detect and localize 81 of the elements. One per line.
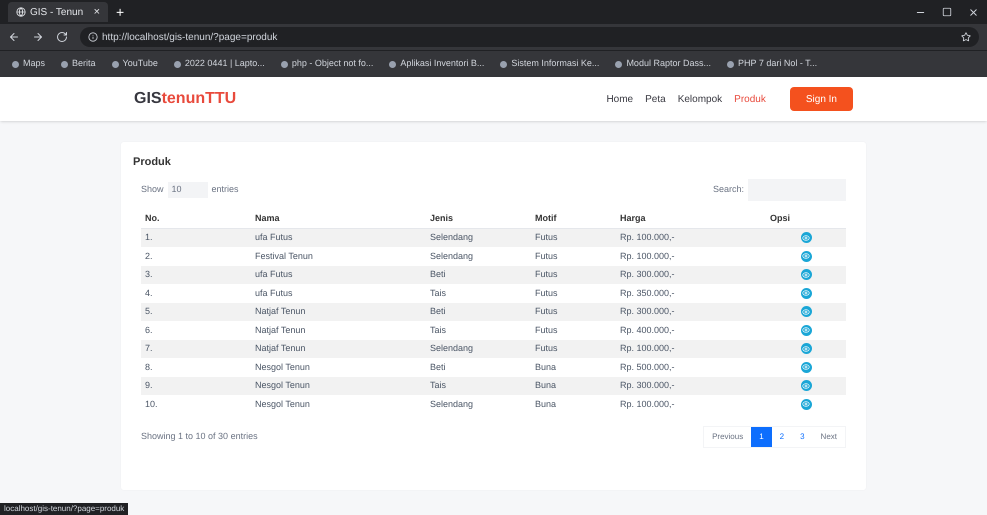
nav-link[interactable]: Peta bbox=[645, 92, 666, 106]
table-cell: Beti bbox=[426, 302, 531, 321]
table-cell: Futus bbox=[531, 302, 616, 321]
forward-icon[interactable] bbox=[32, 31, 44, 43]
page-button[interactable]: 2 bbox=[772, 426, 792, 446]
table-cell: 3. bbox=[141, 266, 251, 284]
table-cell: Futus bbox=[531, 266, 616, 284]
nav-link[interactable]: Produk bbox=[734, 92, 766, 106]
column-header[interactable]: No. bbox=[141, 208, 251, 228]
table-cell: Futus bbox=[531, 340, 616, 358]
table-cell: ufa Futus bbox=[251, 228, 426, 247]
entries-select[interactable]: 10 bbox=[168, 182, 208, 198]
table-cell: Rp. 300.000,- bbox=[616, 266, 766, 284]
view-button[interactable] bbox=[800, 343, 812, 354]
column-header[interactable]: Opsi bbox=[766, 208, 846, 228]
view-button[interactable] bbox=[800, 306, 812, 318]
column-header[interactable]: Harga bbox=[616, 208, 766, 228]
table-cell: 7. bbox=[141, 340, 251, 358]
reload-icon[interactable] bbox=[56, 31, 68, 43]
view-button[interactable] bbox=[800, 288, 812, 299]
bookmark[interactable]: PHP 7 dari Nol - T... bbox=[726, 57, 818, 71]
table-cell: Rp. 300.000,- bbox=[616, 302, 766, 321]
pagination-nav-button[interactable]: Previous bbox=[704, 426, 752, 446]
back-icon[interactable] bbox=[8, 31, 20, 43]
table-cell: Selendang bbox=[426, 340, 531, 358]
bookmark[interactable]: Modul Raptor Dass... bbox=[615, 57, 711, 71]
table-cell: Natjaf Tenun bbox=[251, 340, 426, 358]
bookmark[interactable]: php - Object not fo... bbox=[280, 57, 374, 71]
bookmark[interactable]: Maps bbox=[12, 57, 46, 71]
bookmark[interactable]: YouTube bbox=[112, 57, 158, 71]
table-cell: Beti bbox=[426, 266, 531, 284]
url-text: http://localhost/gis-tenun/?page=produk bbox=[102, 30, 278, 44]
table-cell: Rp. 100.000,- bbox=[616, 228, 766, 247]
table-cell: 5. bbox=[141, 302, 251, 321]
globe-icon bbox=[16, 7, 26, 17]
entries-label: entries bbox=[212, 182, 239, 196]
view-button[interactable] bbox=[800, 269, 812, 280]
table-cell: Selendang bbox=[426, 228, 531, 247]
bookmark[interactable]: Berita bbox=[61, 57, 96, 71]
view-button[interactable] bbox=[800, 250, 812, 262]
column-header[interactable]: Jenis bbox=[426, 208, 531, 228]
view-button[interactable] bbox=[800, 324, 812, 336]
column-header[interactable]: Motif bbox=[531, 208, 616, 228]
page-button[interactable]: 1 bbox=[751, 426, 772, 446]
nav-link[interactable]: Kelompok bbox=[678, 92, 722, 106]
view-button[interactable] bbox=[800, 398, 812, 410]
star-icon[interactable] bbox=[961, 32, 971, 42]
table-cell: 1. bbox=[141, 228, 251, 247]
table-cell: ufa Futus bbox=[251, 266, 426, 284]
column-header[interactable]: Nama bbox=[251, 208, 426, 228]
pagination-nav-button[interactable]: Next bbox=[812, 426, 845, 446]
close-icon[interactable] bbox=[968, 6, 979, 18]
info-icon bbox=[88, 32, 98, 42]
search-label: Search: bbox=[712, 182, 744, 196]
view-button[interactable] bbox=[800, 232, 812, 244]
tab-title: GIS - Tenun bbox=[30, 6, 84, 20]
table-cell: 9. bbox=[141, 376, 251, 395]
bookmark[interactable]: Aplikasi Inventori B... bbox=[389, 57, 484, 71]
entries-info: Showing 1 to 10 of 30 entries bbox=[141, 430, 258, 443]
table-cell: Nesgol Tenun bbox=[251, 376, 426, 395]
status-url: localhost/gis-tenun/?page=produk bbox=[0, 503, 128, 515]
table-cell: Buna bbox=[531, 376, 616, 395]
table-cell: Futus bbox=[531, 228, 616, 247]
bookmark[interactable]: Sistem Informasi Ke... bbox=[500, 57, 600, 71]
table-cell: Rp. 300.000,- bbox=[616, 376, 766, 395]
table-cell: Natjaf Tenun bbox=[251, 302, 426, 321]
address-bar[interactable]: http://localhost/gis-tenun/?page=produk bbox=[80, 27, 979, 47]
show-label: Show bbox=[141, 182, 164, 196]
view-button[interactable] bbox=[800, 380, 812, 392]
view-button[interactable] bbox=[800, 362, 812, 373]
brand-logo[interactable]: GIStenunTTU bbox=[134, 87, 236, 111]
page-button[interactable]: 3 bbox=[792, 426, 813, 446]
browser-tab[interactable]: GIS - Tenun × bbox=[8, 2, 108, 22]
table-cell: Rp. 100.000,- bbox=[616, 340, 766, 358]
close-tab[interactable]: × bbox=[94, 4, 100, 20]
table-cell: Tais bbox=[426, 376, 531, 395]
card-title: Produk bbox=[133, 155, 172, 170]
new-tab-button[interactable]: + bbox=[116, 2, 124, 22]
nav-link[interactable]: Home bbox=[606, 92, 634, 106]
bookmark[interactable]: 2022 0441 | Lapto... bbox=[174, 57, 265, 71]
maximize-icon[interactable] bbox=[942, 6, 952, 16]
